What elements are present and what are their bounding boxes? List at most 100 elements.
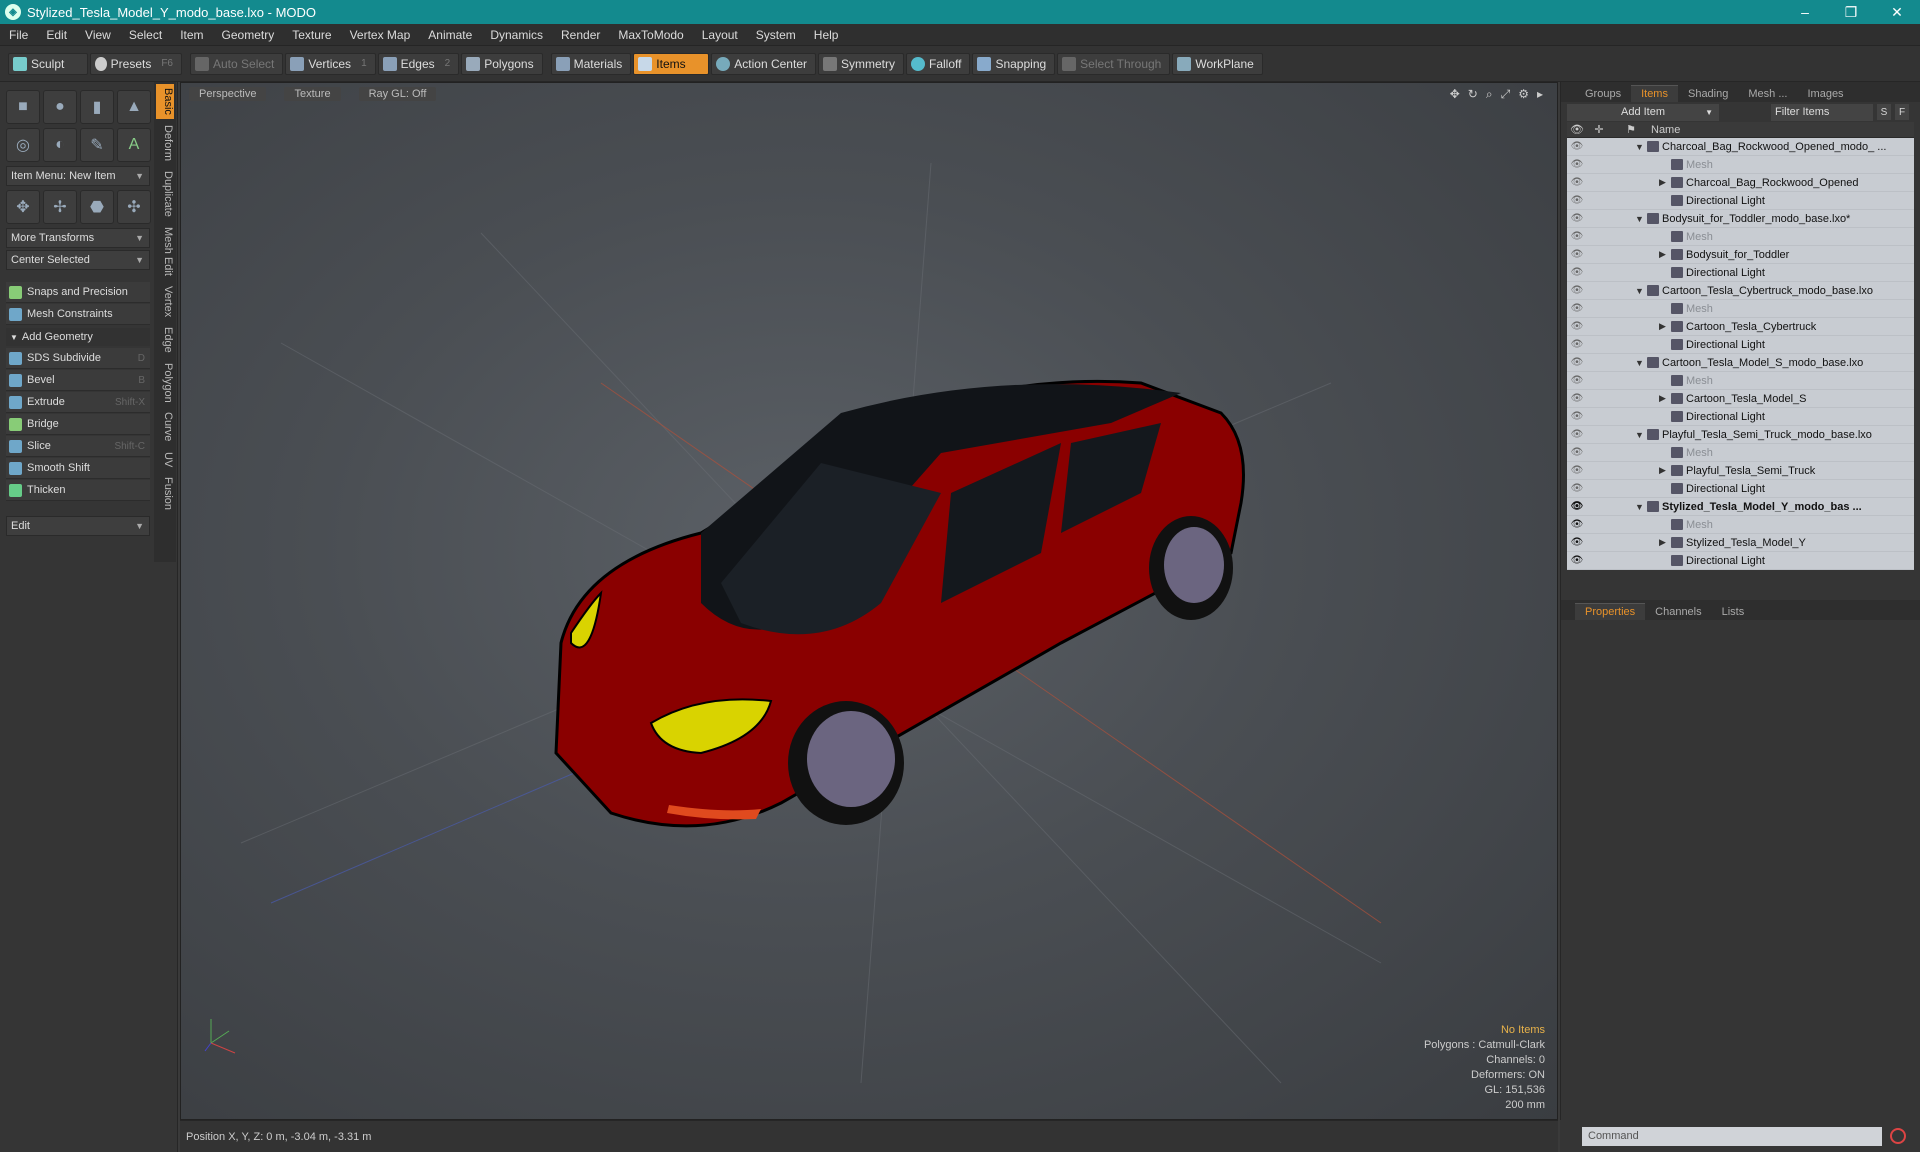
menu-render[interactable]: Render bbox=[552, 28, 609, 42]
expand-arrow-icon[interactable]: ▶ bbox=[1659, 321, 1671, 332]
3d-viewport[interactable]: Perspective Texture Ray GL: Off ✥ ↻ ⌕ ⤢ … bbox=[180, 82, 1558, 1120]
scene-row[interactable]: 👁 ▼ Playful_Tesla_Semi_Truck_modo_base.lxo bbox=[1567, 426, 1914, 444]
visibility-eye-icon[interactable]: 👁 bbox=[1567, 141, 1587, 152]
tab-lists[interactable]: Lists bbox=[1712, 604, 1755, 620]
visibility-eye-icon[interactable]: 👁 bbox=[1567, 177, 1587, 188]
visibility-eye-icon[interactable]: 👁 bbox=[1567, 447, 1587, 458]
item-row[interactable]: 👁 Directional Light bbox=[1567, 480, 1914, 498]
auto-select-button[interactable]: Auto Select bbox=[190, 52, 284, 75]
filter-s-button[interactable]: S bbox=[1877, 104, 1891, 120]
close-button[interactable]: ✕ bbox=[1874, 0, 1920, 24]
expand-arrow-icon[interactable]: ▼ bbox=[1635, 214, 1647, 224]
falloff-button[interactable]: Falloff bbox=[905, 52, 971, 75]
add-geometry-header[interactable]: ▼ Add Geometry bbox=[6, 328, 150, 346]
item-row[interactable]: 👁 ▶ Stylized_Tesla_Model_Y bbox=[1567, 534, 1914, 552]
maximize-button[interactable]: ❐ bbox=[1828, 0, 1874, 24]
visibility-eye-icon[interactable]: 👁 bbox=[1567, 429, 1587, 440]
view-mode-dropdown[interactable]: Perspective bbox=[189, 87, 267, 101]
menu-help[interactable]: Help bbox=[805, 28, 848, 42]
workplane-button[interactable]: WorkPlane bbox=[1172, 52, 1263, 75]
expand-arrow-icon[interactable]: ▶ bbox=[1659, 177, 1671, 188]
filter-items-input[interactable]: Filter Items bbox=[1771, 103, 1873, 121]
visibility-eye-icon[interactable]: 👁 bbox=[1567, 339, 1587, 350]
visibility-eye-icon[interactable]: 👁 bbox=[1567, 411, 1587, 422]
visibility-eye-icon[interactable]: 👁 bbox=[1567, 267, 1587, 278]
item-row[interactable]: 👁 Directional Light bbox=[1567, 192, 1914, 210]
visibility-eye-icon[interactable]: 👁 bbox=[1567, 231, 1587, 242]
menu-animate[interactable]: Animate bbox=[419, 28, 481, 42]
presets-button[interactable]: Presets F6 bbox=[90, 52, 182, 75]
visibility-eye-icon[interactable]: 👁 bbox=[1567, 321, 1587, 332]
expand-arrow-icon[interactable]: ▶ bbox=[1659, 249, 1671, 260]
menu-texture[interactable]: Texture bbox=[283, 28, 340, 42]
filter-f-button[interactable]: F bbox=[1895, 104, 1909, 120]
tab-images[interactable]: Images bbox=[1797, 86, 1853, 102]
materials-button[interactable]: Materials bbox=[550, 52, 632, 75]
tab-curve[interactable]: Curve bbox=[156, 408, 174, 445]
menu-file[interactable]: File bbox=[0, 28, 37, 42]
tab-vertex[interactable]: Vertex bbox=[156, 282, 174, 321]
items-button[interactable]: Items bbox=[633, 52, 710, 75]
visibility-eye-icon[interactable]: 👁 bbox=[1567, 303, 1587, 314]
scene-row[interactable]: 👁 ▼ Cartoon_Tesla_Cybertruck_modo_base.lxo bbox=[1567, 282, 1914, 300]
scene-row[interactable]: 👁 ▼ Stylized_Tesla_Model_Y_modo_bas ... bbox=[1567, 498, 1914, 516]
visibility-eye-icon[interactable]: 👁 bbox=[1567, 159, 1587, 170]
visibility-eye-icon[interactable]: 👁 bbox=[1567, 195, 1587, 206]
sds-subdivide-button[interactable]: SDS Subdivide D bbox=[6, 348, 150, 369]
scale-tool-icon[interactable]: ⬣ bbox=[80, 190, 114, 224]
item-row[interactable]: 👁 ▶ Cartoon_Tesla_Model_S bbox=[1567, 390, 1914, 408]
item-tree[interactable]: 👁 ▼ Charcoal_Bag_Rockwood_Opened_modo_ ...… bbox=[1567, 138, 1914, 570]
item-row[interactable]: 👁 Mesh bbox=[1567, 444, 1914, 462]
item-row[interactable]: 👁 Mesh bbox=[1567, 372, 1914, 390]
menu-geometry[interactable]: Geometry bbox=[213, 28, 284, 42]
tab-items[interactable]: Items bbox=[1631, 85, 1678, 102]
edit-dropdown[interactable]: Edit ▼ bbox=[6, 516, 150, 536]
smooth-shift-button[interactable]: Smooth Shift bbox=[6, 458, 150, 479]
action-center-button[interactable]: Action Center bbox=[711, 52, 816, 75]
item-row[interactable]: 👁 ▶ Playful_Tesla_Semi_Truck bbox=[1567, 462, 1914, 480]
fit-icon[interactable]: ⤢ bbox=[1501, 87, 1511, 102]
scene-row[interactable]: 👁 ▼ Bodysuit_for_Toddler_modo_base.lxo* bbox=[1567, 210, 1914, 228]
item-row[interactable]: 👁 Directional Light bbox=[1567, 552, 1914, 570]
item-menu-dropdown[interactable]: Item Menu: New Item ▼ bbox=[6, 166, 150, 186]
vertices-button[interactable]: Vertices 1 bbox=[285, 52, 376, 75]
item-row[interactable]: 👁 ▶ Cartoon_Tesla_Cybertruck bbox=[1567, 318, 1914, 336]
item-row[interactable]: 👁 Mesh bbox=[1567, 156, 1914, 174]
cylinder-icon[interactable]: ▮ bbox=[80, 90, 114, 124]
visibility-eye-icon[interactable]: 👁 bbox=[1567, 213, 1587, 224]
menu-edit[interactable]: Edit bbox=[37, 28, 76, 42]
select-through-button[interactable]: Select Through bbox=[1057, 52, 1171, 75]
item-row[interactable]: 👁 ▶ Bodysuit_for_Toddler bbox=[1567, 246, 1914, 264]
tab-edge[interactable]: Edge bbox=[156, 323, 174, 357]
expand-arrow-icon[interactable]: ▶ bbox=[1659, 393, 1671, 404]
item-row[interactable]: 👁 Directional Light bbox=[1567, 408, 1914, 426]
menu-select[interactable]: Select bbox=[120, 28, 171, 42]
extrude-button[interactable]: Extrude Shift-X bbox=[6, 392, 150, 413]
transform-tool-icon[interactable]: ✣ bbox=[117, 190, 151, 224]
sculpt-button[interactable]: Sculpt bbox=[8, 52, 88, 75]
expand-arrow-icon[interactable]: ▼ bbox=[1635, 286, 1647, 296]
visibility-eye-icon[interactable]: 👁 bbox=[1567, 483, 1587, 494]
edges-button[interactable]: Edges 2 bbox=[377, 52, 460, 75]
visibility-eye-icon[interactable]: 👁 bbox=[1567, 357, 1587, 368]
expand-arrow-icon[interactable]: ▼ bbox=[1635, 358, 1647, 368]
tab-mesh[interactable]: Mesh ... bbox=[1738, 86, 1797, 102]
tab-channels[interactable]: Channels bbox=[1645, 604, 1711, 620]
raygl-toggle[interactable]: Ray GL: Off bbox=[358, 87, 437, 101]
menu-maxtomodo[interactable]: MaxToModo bbox=[609, 28, 692, 42]
expand-arrow-icon[interactable]: ▼ bbox=[1635, 142, 1647, 152]
expand-arrow-icon[interactable]: ▶ bbox=[1659, 465, 1671, 476]
snaps-precision-button[interactable]: Snaps and Precision bbox=[6, 282, 150, 303]
visibility-eye-icon[interactable]: 👁 bbox=[1567, 393, 1587, 404]
minimize-button[interactable]: – bbox=[1782, 0, 1828, 24]
record-macro-icon[interactable] bbox=[1890, 1128, 1906, 1144]
tab-mesh-edit[interactable]: Mesh Edit bbox=[156, 223, 174, 280]
scene-row[interactable]: 👁 ▼ Charcoal_Bag_Rockwood_Opened_modo_ ... bbox=[1567, 138, 1914, 156]
orbit-icon[interactable]: ↻ bbox=[1468, 87, 1478, 102]
polygons-button[interactable]: Polygons bbox=[461, 52, 543, 75]
add-item-button[interactable]: Add Item ▼ bbox=[1567, 103, 1719, 121]
tab-polygon[interactable]: Polygon bbox=[156, 359, 174, 407]
tab-duplicate[interactable]: Duplicate bbox=[156, 167, 174, 221]
pen-tool-icon[interactable]: ✎ bbox=[80, 128, 114, 162]
menu-view[interactable]: View bbox=[76, 28, 120, 42]
